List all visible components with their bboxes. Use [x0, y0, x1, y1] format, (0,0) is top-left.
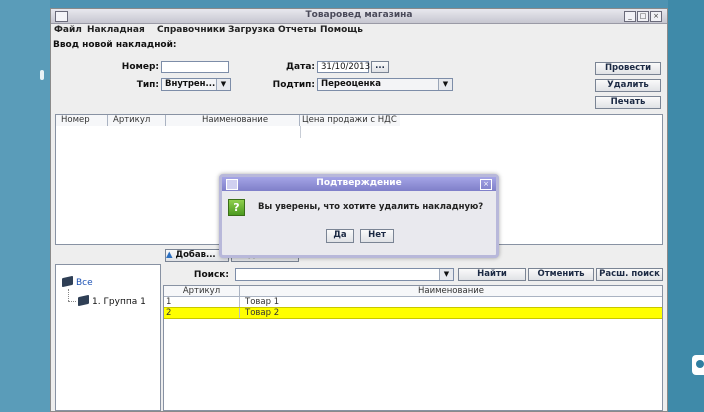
cell-article: 2: [164, 308, 240, 318]
delete-button[interactable]: Удалить: [595, 79, 661, 92]
folder-icon: [62, 275, 73, 288]
table-row-selected[interactable]: 2 Товар 2: [164, 307, 662, 319]
column-header-name[interactable]: Наименование: [166, 115, 300, 126]
dialog-message: Вы уверены, что хотите удалить накладную…: [258, 202, 484, 212]
column-header-price[interactable]: Цена продажи с НДС: [300, 115, 400, 126]
column-divider: [300, 126, 301, 138]
chevron-down-icon[interactable]: ▼: [439, 269, 453, 280]
desktop-chat-icon[interactable]: [692, 355, 704, 375]
tree-connector: [68, 301, 76, 303]
triangle-up-icon: ▲: [166, 250, 173, 260]
type-label: Тип:: [136, 80, 159, 90]
menu-reports[interactable]: Отчеты: [278, 25, 317, 35]
print-button[interactable]: Печать: [595, 96, 661, 109]
desktop-left-strip: [0, 0, 50, 412]
window-title: Товаровед магазина: [305, 10, 413, 20]
app-window: Товаровед магазина _ □ × Файл Накладная …: [50, 8, 668, 412]
close-icon[interactable]: ×: [650, 11, 662, 22]
table-row[interactable]: 1 Товар 1: [164, 297, 662, 307]
dialog-close-icon[interactable]: ×: [480, 179, 492, 190]
confirm-yes-button[interactable]: Да: [326, 229, 354, 243]
column-header-article[interactable]: Артикул: [108, 115, 166, 126]
column-header-name[interactable]: Наименование: [240, 286, 662, 296]
desktop-right-strip: [668, 0, 704, 412]
menu-file[interactable]: Файл: [54, 25, 82, 35]
subtype-select[interactable]: Переоценка ▼: [317, 78, 453, 91]
confirm-dialog: Подтверждение × ? Вы уверены, что хотите…: [219, 174, 499, 258]
group-tree[interactable]: Все 1. Группа 1: [55, 264, 161, 411]
extended-search-button[interactable]: Расш. поиск: [596, 268, 663, 281]
type-select-value: Внутрен...: [165, 79, 216, 89]
tree-connector: [68, 289, 70, 301]
section-title: Ввод новой накладной:: [53, 40, 177, 50]
column-header-article[interactable]: Артикул: [164, 286, 240, 296]
folder-icon: [78, 294, 89, 307]
search-input[interactable]: ▼: [235, 268, 454, 281]
goods-area: ▲ Добав... ▼ Удалить Все 1. Группа 1 Пои…: [55, 249, 663, 411]
number-label: Номер:: [121, 62, 159, 72]
number-input[interactable]: [161, 61, 229, 73]
minimize-icon[interactable]: _: [624, 11, 636, 22]
search-label: Поиск:: [193, 270, 229, 280]
date-picker-button[interactable]: ...: [371, 61, 389, 73]
menu-directories[interactable]: Справочники: [157, 25, 225, 35]
subtype-label: Подтип:: [272, 80, 315, 90]
date-label: Дата:: [286, 62, 315, 72]
menubar: Файл Накладная Справочники Загрузка Отче…: [51, 24, 667, 37]
type-select[interactable]: Внутрен... ▼: [161, 78, 231, 91]
column-header-number[interactable]: Номер: [56, 115, 108, 126]
menu-import[interactable]: Загрузка: [228, 25, 275, 35]
goods-table[interactable]: Артикул Наименование 1 Товар 1 2 Товар 2: [163, 285, 663, 411]
dialog-titlebar[interactable]: Подтверждение ×: [222, 177, 496, 191]
cell-name: Товар 1: [245, 297, 280, 307]
menu-invoice[interactable]: Накладная: [87, 25, 145, 35]
desktop-edge-marker: [40, 70, 44, 80]
maximize-icon[interactable]: □: [637, 11, 649, 22]
post-button[interactable]: Провести: [595, 62, 661, 75]
dialog-title: Подтверждение: [316, 178, 402, 188]
add-goods-label: Добав...: [175, 250, 216, 260]
tree-item-all[interactable]: Все: [76, 278, 93, 288]
menu-help[interactable]: Помощь: [320, 25, 363, 35]
cancel-search-button[interactable]: Отменить: [528, 268, 594, 281]
cell-name: Товар 2: [245, 308, 280, 318]
chevron-down-icon[interactable]: ▼: [438, 79, 452, 90]
window-titlebar[interactable]: Товаровед магазина _ □ ×: [51, 9, 667, 24]
subtype-select-value: Переоценка: [321, 79, 382, 89]
chevron-down-icon[interactable]: ▼: [216, 79, 230, 90]
date-input[interactable]: 31/10/2013: [317, 61, 370, 73]
cell-article: 1: [164, 297, 240, 307]
question-icon: ?: [228, 199, 245, 216]
tree-item-group-1[interactable]: 1. Группа 1: [92, 297, 146, 307]
confirm-no-button[interactable]: Нет: [360, 229, 394, 243]
find-button[interactable]: Найти: [458, 268, 526, 281]
